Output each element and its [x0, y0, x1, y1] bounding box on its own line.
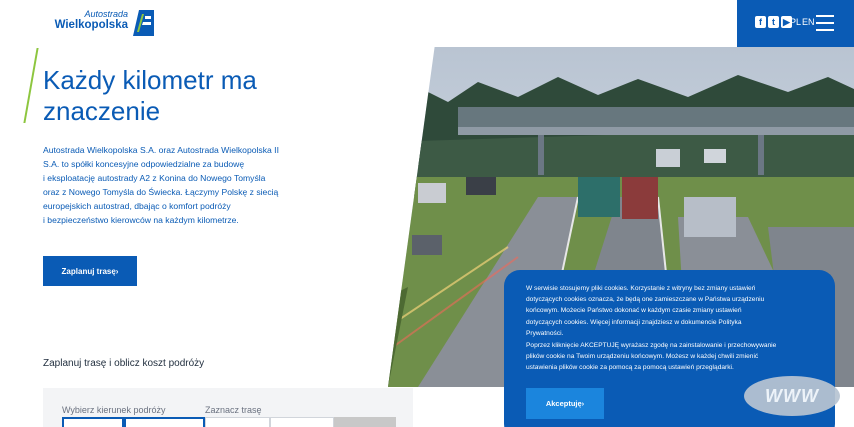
logo-mark-icon: [133, 10, 154, 36]
hero-description-line: europejskich autostrad, dbając o komfort…: [43, 200, 231, 211]
cookie-line: Prywatności.: [526, 329, 564, 337]
hero-description-line: i eksploatację autostrady A2 z Konina do…: [43, 172, 266, 183]
lang-pl-link[interactable]: PL: [790, 17, 801, 27]
direction-option-1[interactable]: [62, 417, 124, 427]
planner-section-title: Zaplanuj trasę i oblicz koszt podróży: [43, 358, 205, 369]
menu-icon[interactable]: [816, 15, 834, 31]
accept-cookies-button[interactable]: Akceptuję›: [526, 388, 604, 419]
twitter-icon[interactable]: t: [768, 16, 779, 28]
logo-line-2: Wielkopolska: [54, 19, 128, 31]
site-logo[interactable]: Autostrada Wielkopolska: [50, 10, 156, 38]
cookie-line: ustawienia plików cookie za pomocą za po…: [526, 364, 734, 372]
direction-label: Wybierz kierunek podróży: [62, 405, 166, 415]
facebook-icon[interactable]: f: [755, 16, 766, 28]
lang-en-link[interactable]: EN: [802, 17, 815, 27]
cookie-line: dotyczących cookies oznacza, że będą one…: [526, 296, 765, 304]
cookie-line: plików cookie na Twoim urządzeniu końcow…: [526, 353, 759, 361]
route-start-field[interactable]: [205, 417, 270, 427]
cookie-line: końcowym. Możecie Państwo dokonać w każd…: [526, 307, 742, 315]
www-badge[interactable]: WWW: [744, 376, 840, 416]
cookie-line: Poprzez kliknięcie AKCEPTUJĘ wyrażasz zg…: [526, 342, 777, 349]
logo-line-1: Autostrada: [84, 9, 128, 19]
top-bar: f t ▶ PL EN: [737, 0, 854, 47]
hero-description: Autostrada Wielkopolska S.A. oraz Autost…: [43, 144, 313, 227]
cookie-line: W serwisie stosujemy pliki cookies. Korz…: [526, 285, 756, 292]
cookie-text-1: W serwisie stosujemy pliki cookies. Korz…: [526, 283, 804, 339]
hero-description-line: S.A. to spółki koncesyjne odpowiedzialne…: [43, 158, 245, 169]
social-links: f t ▶: [755, 16, 792, 28]
route-end-field[interactable]: [270, 417, 334, 427]
route-extra-field[interactable]: [334, 417, 396, 427]
cookie-line: dotyczących cookies. Więcej informacji z…: [526, 318, 742, 326]
direction-option-2[interactable]: [124, 417, 205, 427]
plan-route-button[interactable]: Zaplanuj trasę›: [43, 256, 137, 286]
route-label: Zaznacz trasę: [205, 405, 262, 415]
logo-text: Autostrada Wielkopolska: [50, 10, 128, 32]
route-planner: Wybierz kierunek podróży Zaznacz trasę: [43, 388, 413, 427]
page-title: Każdy kilometr ma znaczenie: [43, 65, 257, 126]
hero-description-line: i bezpieczeństwo kierowców na każdym kil…: [43, 214, 239, 225]
hero-description-line: Autostrada Wielkopolska S.A. oraz Autost…: [43, 145, 279, 155]
hero-description-line: oraz z Nowego Tomyśla do Świecka. Łączym…: [43, 186, 279, 197]
cookie-text-2: Poprzez kliknięcie AKCEPTUJĘ wyrażasz zg…: [526, 340, 806, 374]
accent-line: [23, 48, 39, 123]
